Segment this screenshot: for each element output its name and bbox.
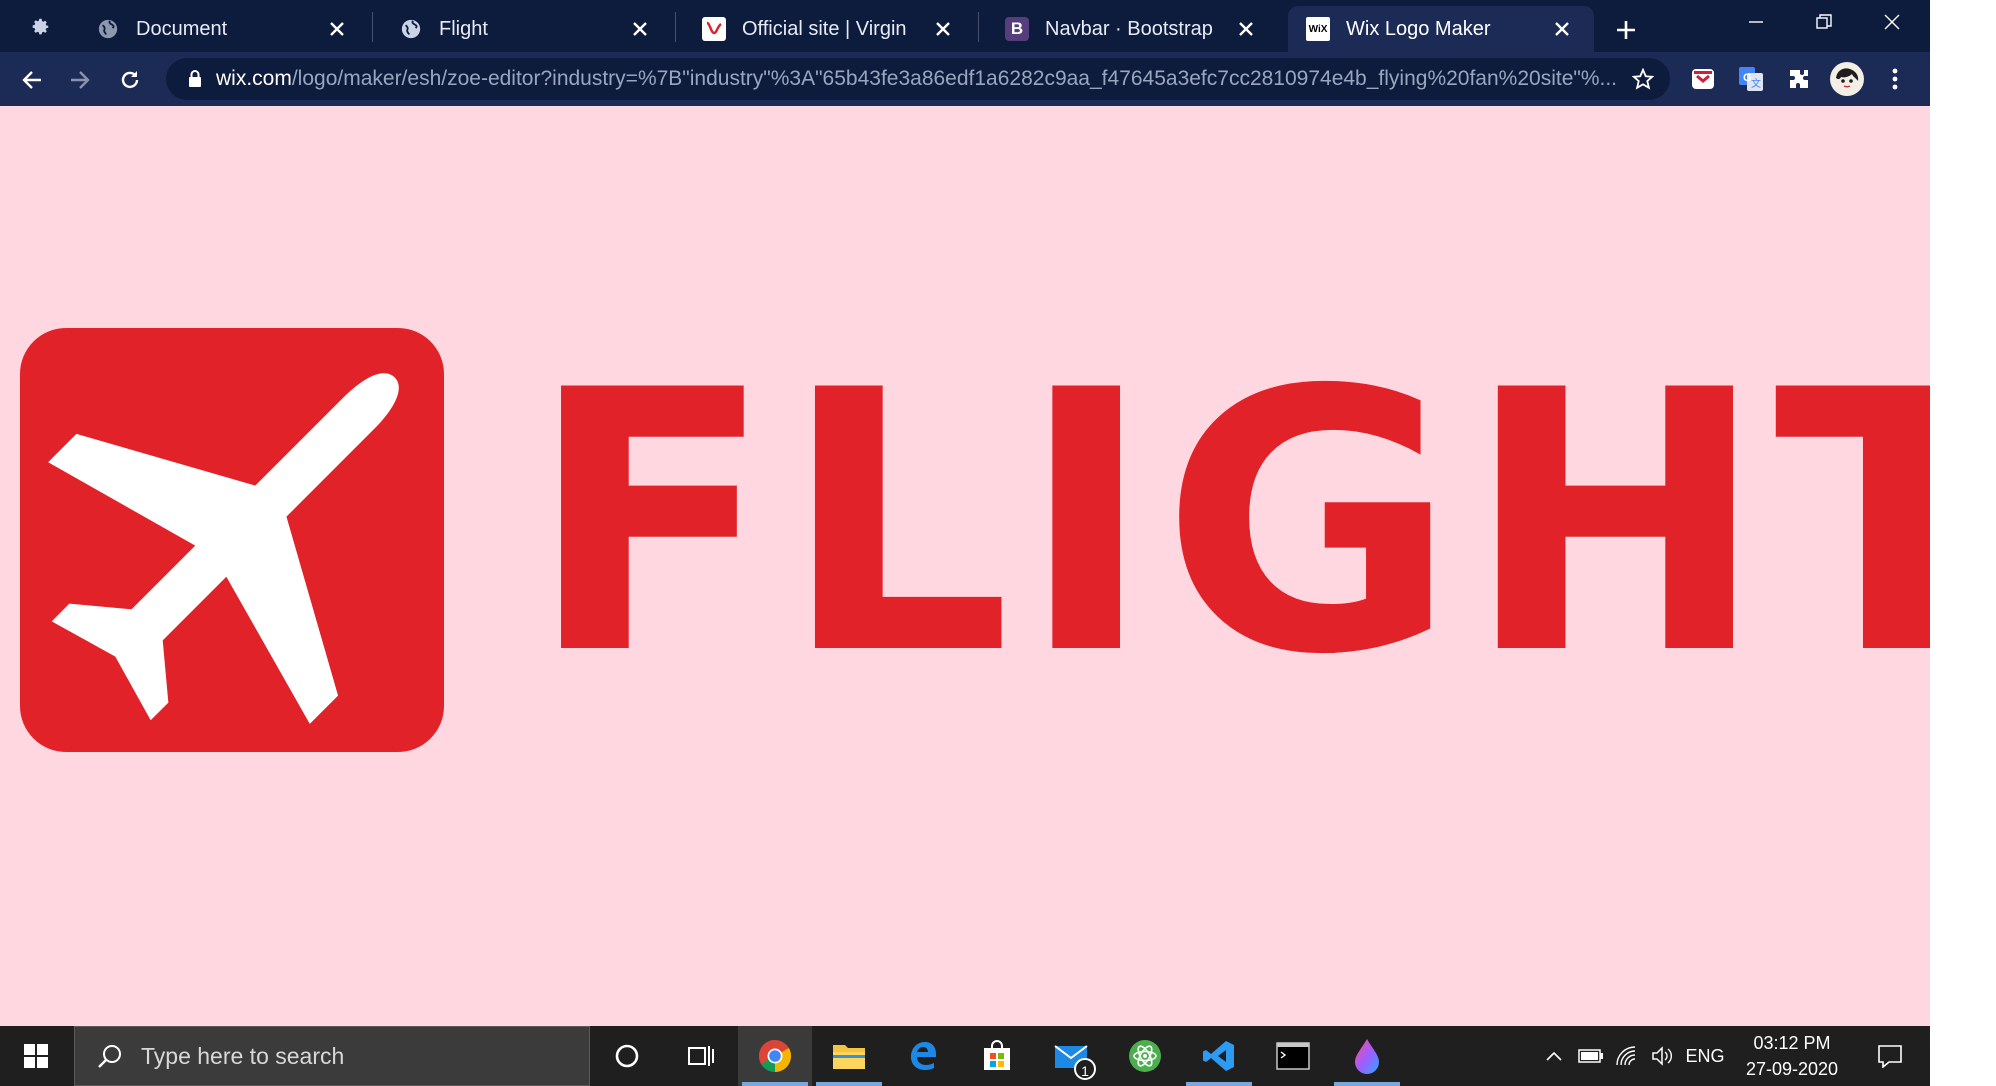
lock-icon — [186, 68, 204, 90]
clock-time: 03:12 PM — [1753, 1033, 1831, 1053]
close-tab-icon[interactable] — [626, 15, 654, 43]
edge-icon[interactable] — [886, 1026, 960, 1086]
volume-icon[interactable] — [1646, 1026, 1680, 1086]
tab-label: Flight — [439, 17, 488, 40]
close-tab-icon[interactable] — [1232, 15, 1260, 43]
browser-toolbar: wix.com/logo/maker/esh/zoe-editor?indust… — [0, 52, 1930, 106]
profile-avatar[interactable] — [1830, 62, 1864, 96]
settings-icon[interactable] — [22, 12, 58, 42]
logo-wordmark: FLIGHT — [528, 314, 1930, 733]
tab-label: Official site | Virgin — [742, 17, 907, 40]
tab-virgin[interactable]: Official site | Virgin — [672, 6, 975, 52]
globe-icon — [399, 17, 423, 41]
battery-icon[interactable] — [1574, 1026, 1608, 1086]
tab-document[interactable]: Document — [66, 6, 369, 52]
back-button[interactable] — [12, 60, 52, 100]
show-hidden-icons-chevron-icon[interactable] — [1538, 1026, 1570, 1086]
url-host: wix.com — [216, 67, 292, 90]
close-tab-icon[interactable] — [1548, 15, 1576, 43]
action-center-icon[interactable] — [1862, 1026, 1918, 1086]
close-window-button[interactable] — [1858, 0, 1926, 44]
screen: Document Flight Official site | Virgin B… — [0, 0, 1930, 1086]
taskbar-clock[interactable]: 03:12 PM 27-09-2020 — [1720, 1026, 1864, 1086]
tab-wix-logo-maker[interactable]: WiX Wix Logo Maker — [1288, 6, 1594, 52]
restore-button[interactable] — [1790, 0, 1858, 44]
terminal-icon[interactable] — [1256, 1026, 1330, 1086]
close-tab-icon[interactable] — [929, 15, 957, 43]
tab-bootstrap[interactable]: B Navbar · Bootstrap — [975, 6, 1278, 52]
tab-flight[interactable]: Flight — [369, 6, 672, 52]
virgin-icon — [702, 17, 726, 41]
bookmark-star-icon[interactable] — [1630, 66, 1656, 92]
search-placeholder: Type here to search — [141, 1042, 345, 1069]
mail-icon[interactable]: 1 — [1034, 1026, 1108, 1086]
paint-icon[interactable] — [1330, 1026, 1404, 1086]
search-icon — [93, 1039, 127, 1073]
store-icon[interactable] — [960, 1026, 1034, 1086]
reload-button[interactable] — [110, 60, 150, 100]
svg-text:文: 文 — [1751, 77, 1761, 90]
tab-strip: Document Flight Official site | Virgin B… — [0, 0, 1930, 52]
bootstrap-icon: B — [1005, 17, 1029, 41]
extensions-puzzle-icon[interactable] — [1782, 62, 1816, 96]
globe-icon — [96, 17, 120, 41]
task-view-icon[interactable] — [664, 1026, 738, 1086]
browser-menu-icon[interactable] — [1878, 62, 1912, 96]
tab-label: Document — [136, 17, 228, 40]
pocket-extension-icon[interactable] — [1686, 62, 1720, 96]
url-path: /logo/maker/esh/zoe-editor?industry=%7B"… — [291, 67, 1616, 90]
new-tab-button[interactable] — [1606, 10, 1646, 50]
windows-start-button[interactable] — [0, 1026, 72, 1086]
google-translate-extension-icon[interactable]: G文 — [1734, 62, 1768, 96]
mail-notification-badge: 1 — [1074, 1058, 1096, 1080]
forward-button[interactable] — [60, 60, 100, 100]
windows-taskbar: Type here to search 1 ENG 03:12 PM 27-09… — [0, 1026, 1930, 1086]
minimize-button[interactable] — [1722, 0, 1790, 44]
logo-preview-canvas: FLIGHT — [0, 106, 1930, 1026]
airplane-icon — [48, 373, 399, 724]
atom-icon[interactable] — [1108, 1026, 1182, 1086]
tab-label: Navbar · Bootstrap — [1045, 17, 1213, 40]
tab-label: Wix Logo Maker — [1346, 17, 1491, 40]
logo-icon-tile — [20, 328, 444, 752]
wifi-icon[interactable] — [1610, 1026, 1644, 1086]
wix-icon: WiX — [1306, 17, 1330, 41]
cortana-icon[interactable] — [590, 1026, 664, 1086]
url-text[interactable]: wix.com/logo/maker/esh/zoe-editor?indust… — [216, 67, 1616, 91]
chrome-icon[interactable] — [738, 1026, 812, 1086]
close-tab-icon[interactable] — [323, 15, 351, 43]
address-bar[interactable]: wix.com/logo/maker/esh/zoe-editor?indust… — [166, 58, 1670, 100]
clock-date: 27-09-2020 — [1745, 1059, 1839, 1079]
vscode-icon[interactable] — [1182, 1026, 1256, 1086]
file-explorer-icon[interactable] — [812, 1026, 886, 1086]
taskbar-search-box[interactable]: Type here to search — [74, 1026, 590, 1086]
